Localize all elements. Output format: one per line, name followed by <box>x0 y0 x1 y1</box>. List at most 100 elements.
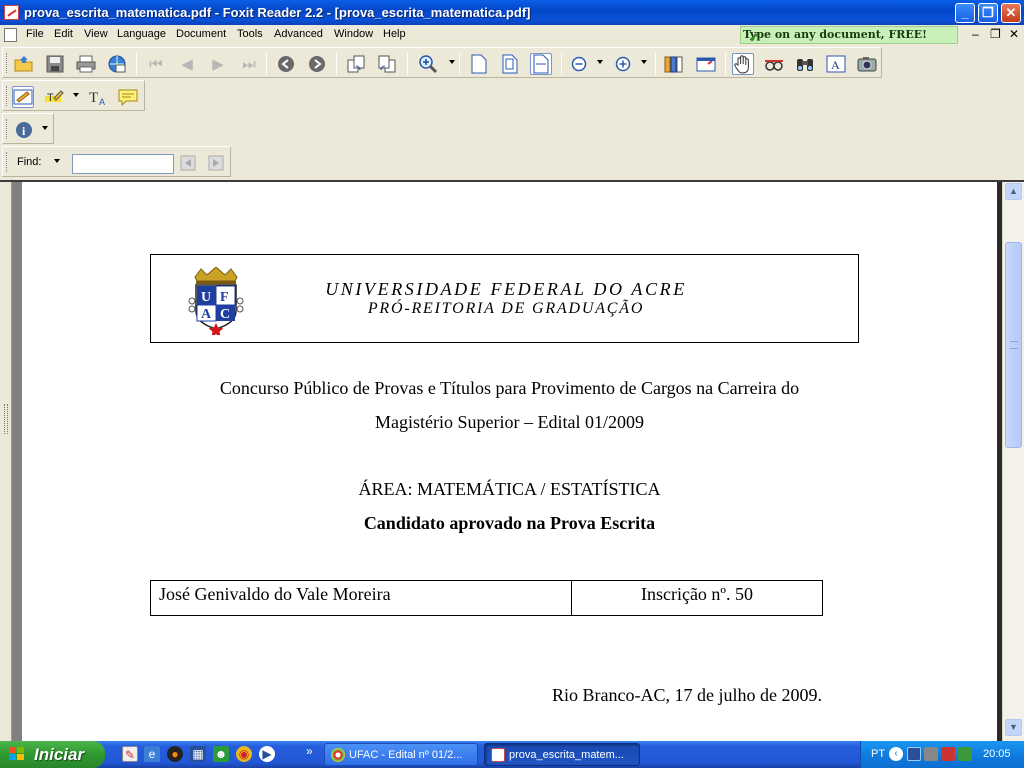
toolbar-grip[interactable] <box>6 152 9 172</box>
menu-view[interactable]: View <box>84 28 108 40</box>
contest-title-line-2: Magistério Superior – Edital 01/2009 <box>375 412 644 432</box>
go-back-icon[interactable] <box>275 53 297 75</box>
pdf-app-icon[interactable] <box>4 5 19 20</box>
main-toolbar: ⏮ ◀ ▶ ⏭ A <box>2 47 882 78</box>
toolbar-separator <box>561 53 562 75</box>
inscription-number: Inscrição nº. 50 <box>640 584 754 604</box>
menu-edit[interactable]: Edit <box>54 28 73 40</box>
info-toolbar: i <box>2 113 54 144</box>
menu-advanced[interactable]: Advanced <box>274 28 323 40</box>
doc-minimize-button[interactable]: – <box>972 27 979 41</box>
ad-text: Type on any document, FREE! <box>742 28 927 41</box>
scrollbar-thumb[interactable] <box>1005 242 1022 448</box>
antivirus-icon[interactable] <box>941 747 955 761</box>
note-comment-icon[interactable] <box>117 86 139 108</box>
typewriter-icon[interactable] <box>12 86 34 108</box>
seal-letter-u: U <box>201 290 211 305</box>
find-options-arrow[interactable] <box>54 159 60 163</box>
quicklaunch-media-icon[interactable]: ● <box>167 746 183 762</box>
zoom-in-icon[interactable] <box>417 53 439 75</box>
find-binoculars-icon[interactable] <box>794 53 816 75</box>
network-monitor-icon[interactable] <box>907 747 921 761</box>
zoom-plus-icon[interactable] <box>612 53 634 75</box>
fit-page-icon[interactable] <box>499 53 521 75</box>
info-icon[interactable]: i <box>13 119 35 141</box>
zoom-dropdown-arrow[interactable] <box>449 60 455 64</box>
vertical-scrollbar[interactable]: ▲ ▼ <box>1002 182 1024 741</box>
toolbar-grip[interactable] <box>6 53 9 73</box>
text-tool-icon[interactable]: A <box>825 53 847 75</box>
menu-language[interactable]: Language <box>117 28 166 40</box>
menu-window[interactable]: Window <box>334 28 373 40</box>
quicklaunch-messenger-icon[interactable]: ☻ <box>213 746 229 762</box>
university-name: UNIVERSIDADE FEDERAL DO ACRE <box>325 279 687 299</box>
toolbar-grip[interactable] <box>6 119 9 139</box>
email-web-icon[interactable] <box>106 53 128 75</box>
panel-handle[interactable] <box>4 404 8 434</box>
usb-device-icon[interactable] <box>958 747 972 761</box>
zoom-plus-dropdown-arrow[interactable] <box>641 60 647 64</box>
title-bar[interactable]: prova_escrita_matematica.pdf - Foxit Rea… <box>0 0 1024 25</box>
start-button[interactable]: Iniciar <box>0 741 105 768</box>
taskbar-task-prova-escrita[interactable]: prova_escrita_matem... <box>484 743 640 766</box>
doc-close-button[interactable]: ✕ <box>1009 27 1019 41</box>
rotate-right-icon[interactable] <box>376 53 398 75</box>
first-page-icon[interactable]: ⏮ <box>145 53 167 75</box>
text-markup-icon[interactable]: TA <box>87 86 109 108</box>
find-input[interactable] <box>72 154 174 174</box>
rotate-left-icon[interactable] <box>345 53 367 75</box>
svg-text:T: T <box>89 90 98 106</box>
previous-page-icon[interactable]: ◀ <box>176 53 198 75</box>
scroll-down-arrow-icon[interactable]: ▼ <box>1005 719 1022 736</box>
full-screen-icon[interactable] <box>695 53 717 75</box>
last-page-icon[interactable]: ⏭ <box>238 53 260 75</box>
doc-restore-button[interactable]: ❐ <box>990 27 1001 41</box>
tray-expand-icon[interactable]: ‹ <box>889 747 903 761</box>
zoom-out-dropdown-arrow[interactable] <box>597 60 603 64</box>
restore-button[interactable]: ❐ <box>978 3 998 23</box>
windows-logo-icon <box>9 747 26 762</box>
menu-tools[interactable]: Tools <box>237 28 263 40</box>
find-previous-icon[interactable] <box>177 152 199 174</box>
navigation-panel-strip[interactable] <box>0 182 12 741</box>
print-icon[interactable] <box>75 53 97 75</box>
open-folder-icon[interactable] <box>13 53 35 75</box>
actual-size-icon[interactable] <box>468 53 490 75</box>
scroll-up-arrow-icon[interactable]: ▲ <box>1005 183 1022 200</box>
document-menu-icon[interactable] <box>4 28 17 42</box>
text-select-icon[interactable] <box>763 53 785 75</box>
ad-banner[interactable]: ➶ Type on any document, FREE! <box>740 26 958 44</box>
taskbar: Iniciar ✎ e ● ▦ ☻ ◉ ▶ » UFAC - Edital nº… <box>0 741 1024 768</box>
menu-file[interactable]: File <box>26 28 44 40</box>
zoom-out-icon[interactable] <box>568 53 590 75</box>
toolbar-grip[interactable] <box>6 86 9 106</box>
close-button[interactable]: ✕ <box>1001 3 1021 23</box>
next-page-icon[interactable]: ▶ <box>207 53 229 75</box>
bookmarks-panel-icon[interactable] <box>663 53 685 75</box>
highlight-tool-icon[interactable]: T <box>43 86 65 108</box>
quicklaunch-chrome-icon[interactable]: ◉ <box>236 746 252 762</box>
contest-title-line-1: Concurso Público de Provas e Títulos par… <box>219 378 800 398</box>
highlight-dropdown-arrow[interactable] <box>73 93 79 97</box>
go-forward-icon[interactable] <box>306 53 328 75</box>
fit-width-icon[interactable] <box>530 53 552 75</box>
menu-help[interactable]: Help <box>383 28 406 40</box>
hand-tool-icon[interactable] <box>732 53 754 75</box>
minimize-button[interactable]: _ <box>955 3 975 23</box>
clock[interactable]: 20:05 <box>983 748 1011 760</box>
taskbar-task-ufac-edital[interactable]: UFAC - Edital nº 01/2... <box>324 743 478 766</box>
language-indicator[interactable]: PT <box>871 748 885 760</box>
quicklaunch-ie-icon[interactable]: e <box>144 746 160 762</box>
quicklaunch-foxit-icon[interactable]: ✎ <box>122 746 138 762</box>
save-icon[interactable] <box>44 53 66 75</box>
quicklaunch-desktop-icon[interactable]: ▦ <box>190 746 206 762</box>
snapshot-camera-icon[interactable] <box>856 53 878 75</box>
find-next-icon[interactable] <box>205 152 227 174</box>
menu-document[interactable]: Document <box>176 28 226 40</box>
svg-text:A: A <box>99 97 105 106</box>
find-label: Find: <box>17 156 42 168</box>
quicklaunch-overflow-icon[interactable]: » <box>306 744 313 758</box>
info-dropdown-arrow[interactable] <box>42 126 48 130</box>
tray-tools-icon[interactable] <box>924 747 938 761</box>
quicklaunch-player-icon[interactable]: ▶ <box>259 746 275 762</box>
